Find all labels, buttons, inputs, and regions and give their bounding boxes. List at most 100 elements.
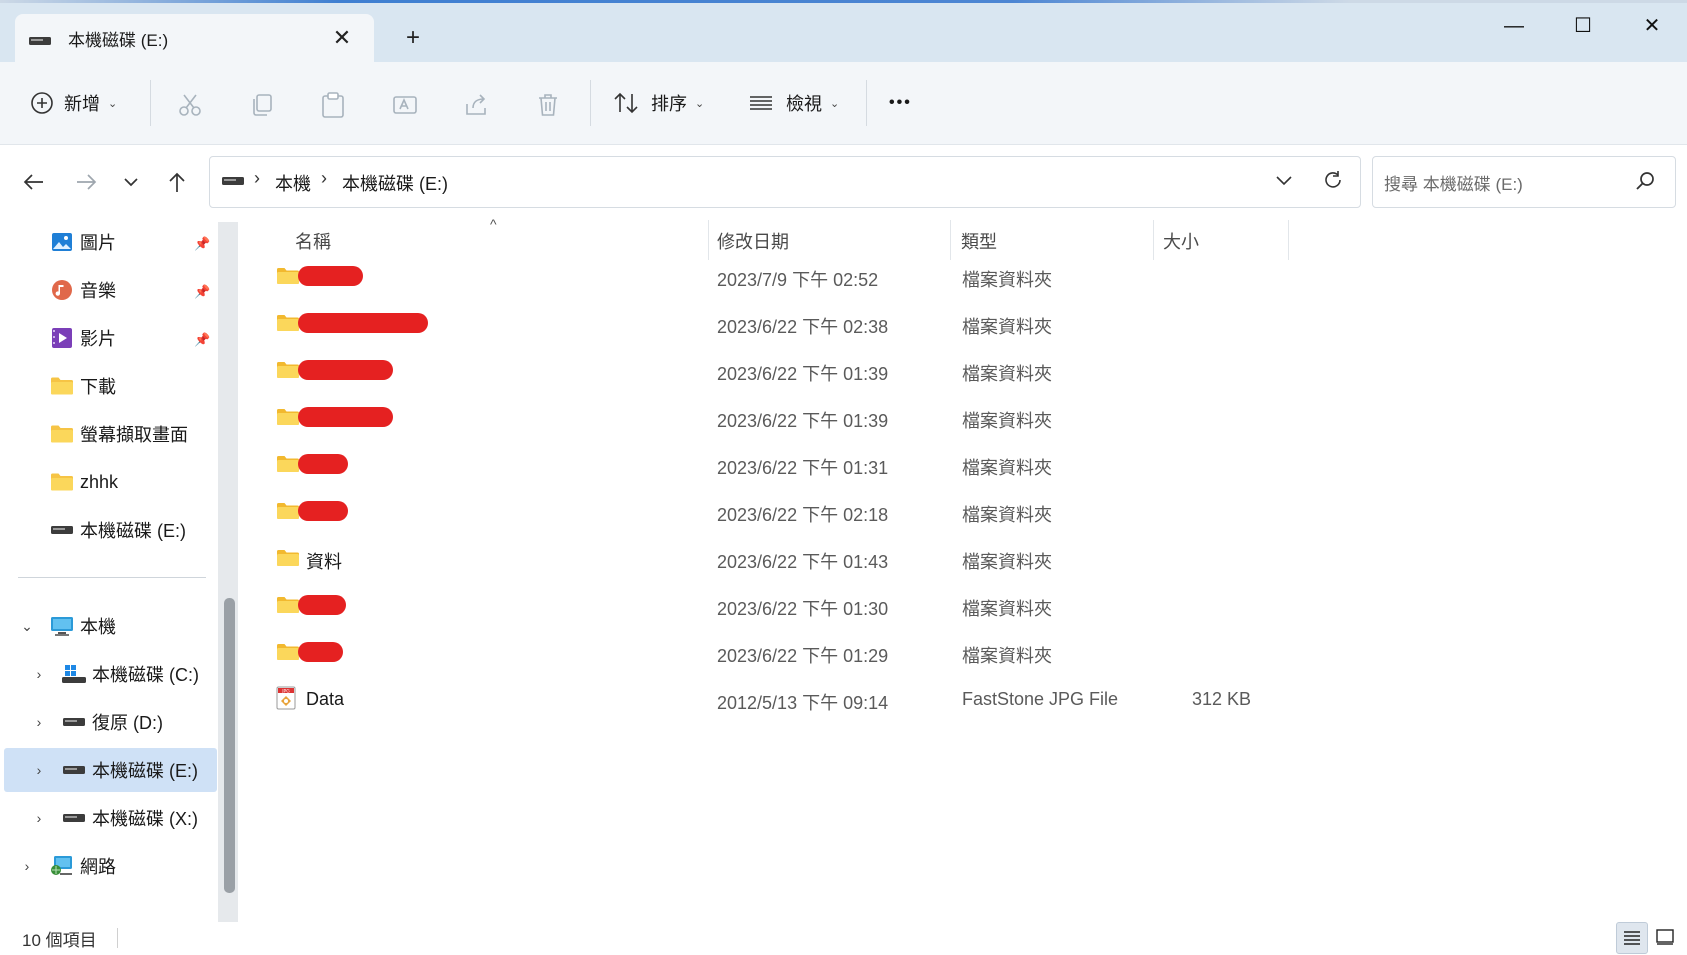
paste-icon[interactable] — [320, 91, 346, 119]
sidebar-item-label: 螢幕擷取畫面 — [80, 425, 188, 445]
sidebar-item-drive-d[interactable]: › 復原 (D:) — [0, 700, 218, 744]
share-icon[interactable] — [463, 92, 489, 118]
chevron-down-icon[interactable]: ⌄ — [16, 618, 38, 635]
file-date: 2023/6/22 下午 01:31 — [717, 458, 889, 478]
sidebar-item-music[interactable]: 音樂 — [0, 268, 218, 312]
folder-icon — [277, 409, 299, 425]
file-row[interactable]: JPG Data 2012/5/13 下午 09:14 FastStone JPG F… — [276, 676, 1286, 723]
file-date: 2023/6/22 下午 01:39 — [717, 364, 889, 384]
sidebar-item-zhhk[interactable]: zhhk — [0, 460, 218, 504]
file-type: 檔案資料夾 — [962, 317, 1052, 337]
file-row[interactable]: 2023/6/22 下午 01:31 檔案資料夾 — [276, 441, 1286, 488]
folder-icon — [277, 268, 299, 284]
drive-icon — [62, 758, 86, 782]
file-type: 檔案資料夾 — [962, 599, 1052, 619]
breadcrumb-drive-e[interactable]: 本機磁碟 (E:) — [342, 170, 448, 196]
toolbar-divider — [590, 80, 591, 126]
copy-icon[interactable] — [249, 92, 275, 118]
column-divider[interactable] — [1288, 220, 1289, 260]
file-name: Data — [306, 689, 345, 709]
toolbar-divider — [866, 80, 867, 126]
pin-icon[interactable]: 📌 — [194, 332, 210, 348]
column-header-date[interactable]: 修改日期 — [717, 228, 789, 254]
more-options-button[interactable]: ••• — [889, 82, 912, 124]
new-button[interactable]: 新增 ⌄ — [30, 82, 117, 124]
file-row[interactable]: 2023/6/22 下午 01:29 檔案資料夾 — [276, 629, 1286, 676]
close-tab-button[interactable]: ✕ — [325, 21, 359, 55]
recent-locations-button[interactable] — [113, 164, 149, 200]
breadcrumb-this-pc[interactable]: 本機 — [275, 170, 311, 196]
redaction-mark — [298, 501, 348, 521]
refresh-icon[interactable] — [1322, 169, 1344, 191]
sidebar-item-drive-e-quick[interactable]: 本機磁碟 (E:) — [0, 508, 218, 552]
chevron-right-icon[interactable]: › — [28, 810, 50, 826]
drive-icon — [29, 37, 51, 45]
sort-button[interactable]: 排序 ⌄ — [613, 82, 704, 124]
search-icon — [1636, 172, 1654, 190]
chevron-down-icon — [124, 178, 138, 187]
chevron-right-icon[interactable]: › — [28, 666, 50, 682]
file-type: 檔案資料夾 — [962, 458, 1052, 478]
sidebar-item-drive-e[interactable]: › 本機磁碟 (E:) — [4, 748, 217, 792]
forward-button[interactable] — [68, 164, 104, 200]
file-row[interactable]: 2023/6/22 下午 01:30 檔案資料夾 — [276, 582, 1286, 629]
file-row[interactable]: 2023/7/9 下午 02:52 檔案資料夾 — [276, 253, 1286, 300]
up-button[interactable] — [159, 164, 195, 200]
pin-icon[interactable]: 📌 — [194, 236, 210, 252]
svg-text:JPG: JPG — [281, 688, 290, 694]
address-history-chevron-icon[interactable] — [1275, 173, 1293, 187]
file-row[interactable]: 2023/6/22 下午 02:38 檔案資料夾 — [276, 300, 1286, 347]
folder-icon — [277, 315, 299, 331]
new-button-label: 新增 — [64, 94, 100, 114]
tiles-view-button[interactable] — [1650, 922, 1680, 952]
back-button[interactable] — [16, 164, 52, 200]
file-date: 2012/5/13 下午 09:14 — [717, 693, 889, 713]
file-type: FastStone JPG File — [962, 689, 1119, 709]
network-icon — [50, 854, 74, 878]
file-type: 檔案資料夾 — [962, 364, 1052, 384]
close-window-button[interactable]: ✕ — [1617, 0, 1687, 52]
chevron-down-icon: ⌄ — [695, 97, 705, 110]
column-header-size[interactable]: 大小 — [1163, 228, 1199, 254]
rename-icon[interactable] — [392, 92, 418, 118]
pin-icon[interactable]: 📌 — [194, 284, 210, 300]
desktop-wallpaper-strip — [0, 0, 1687, 3]
chevron-right-icon[interactable]: › — [28, 762, 50, 778]
chevron-right-icon[interactable]: › — [28, 714, 50, 730]
details-view-button[interactable] — [1616, 922, 1648, 954]
file-row[interactable]: 2023/6/22 下午 01:39 檔案資料夾 — [276, 394, 1286, 441]
column-header-type[interactable]: 類型 — [961, 228, 997, 254]
music-icon — [50, 278, 74, 302]
redaction-mark — [298, 266, 363, 286]
folder-icon — [277, 550, 299, 566]
file-row[interactable]: 2023/6/22 下午 02:18 檔案資料夾 — [276, 488, 1286, 535]
windows-drive-icon — [62, 662, 86, 686]
redaction-mark — [298, 360, 393, 380]
sidebar-item-network[interactable]: › 網路 — [0, 844, 218, 888]
sidebar-item-screenshots[interactable]: 螢幕擷取畫面 — [0, 412, 218, 456]
status-divider — [117, 928, 118, 948]
sidebar-item-label: zhhk — [80, 471, 119, 492]
sidebar-item-downloads[interactable]: 下載 — [0, 364, 218, 408]
sidebar-item-drive-c[interactable]: › 本機磁碟 (C:) — [0, 652, 218, 696]
minimize-button[interactable]: — — [1479, 0, 1549, 52]
sidebar-scrollbar-thumb[interactable] — [224, 598, 235, 893]
file-row[interactable]: 資料 2023/6/22 下午 01:43 檔案資料夾 — [276, 535, 1286, 582]
file-row[interactable]: 2023/6/22 下午 01:39 檔案資料夾 — [276, 347, 1286, 394]
sidebar-item-drive-x[interactable]: › 本機磁碟 (X:) — [0, 796, 218, 840]
maximize-button[interactable]: ☐ — [1548, 0, 1618, 52]
sidebar-item-this-pc[interactable]: ⌄ 本機 — [0, 604, 218, 648]
new-tab-button[interactable]: + — [396, 21, 430, 55]
chevron-right-icon[interactable]: › — [16, 858, 38, 874]
view-button[interactable]: 檢視 ⌄ — [748, 82, 839, 124]
delete-icon[interactable] — [535, 92, 561, 118]
redaction-mark — [298, 642, 343, 662]
sidebar-item-videos[interactable]: 影片 — [0, 316, 218, 360]
sidebar-item-pictures[interactable]: 圖片 — [0, 220, 218, 264]
breadcrumb-separator: › — [321, 168, 327, 188]
cut-icon[interactable] — [177, 92, 203, 118]
file-date: 2023/6/22 下午 01:39 — [717, 411, 889, 431]
column-header-name[interactable]: 名稱 — [295, 228, 331, 254]
drive-icon — [62, 806, 86, 830]
file-type: 檔案資料夾 — [962, 552, 1052, 572]
